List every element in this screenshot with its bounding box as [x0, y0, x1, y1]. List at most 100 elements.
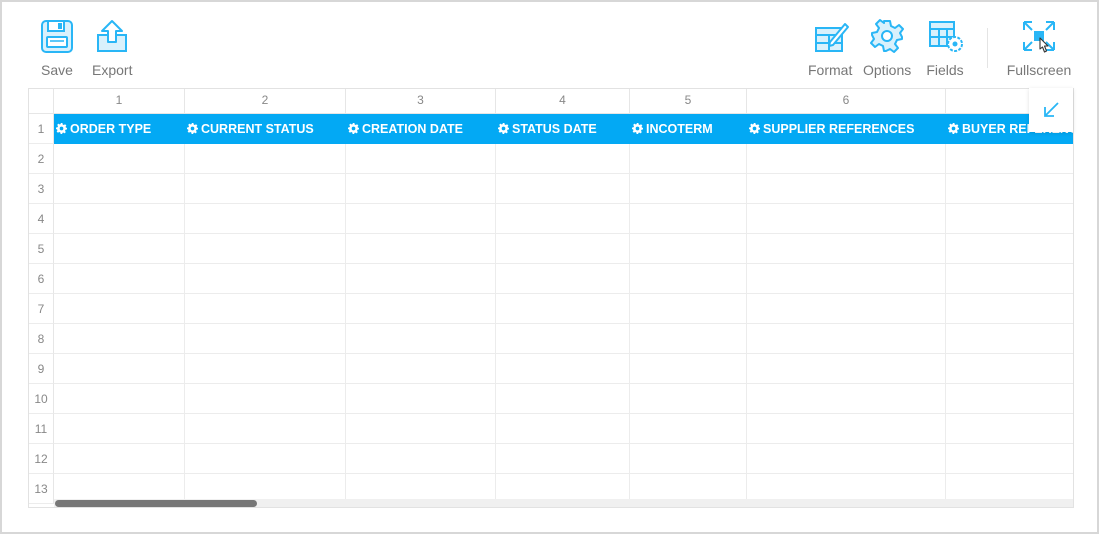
grid-cell[interactable] [630, 144, 747, 174]
grid-cell[interactable] [496, 294, 630, 324]
fullscreen-button[interactable]: Fullscreen [1006, 18, 1072, 78]
grid-cell[interactable] [185, 174, 346, 204]
fields-button[interactable]: Fields [925, 18, 965, 78]
grid-cell[interactable] [185, 264, 346, 294]
grid-cell[interactable] [946, 264, 1073, 294]
grid-cell[interactable] [630, 264, 747, 294]
grid-cell[interactable] [630, 414, 747, 444]
row-header[interactable]: 12 [29, 444, 54, 474]
collapse-button[interactable] [1029, 88, 1073, 132]
grid-cell[interactable] [54, 354, 185, 384]
grid-cell[interactable] [346, 144, 496, 174]
grid-cell[interactable] [54, 444, 185, 474]
column-header[interactable]: 5 [630, 89, 747, 114]
grid-cell[interactable] [185, 414, 346, 444]
grid-cell[interactable] [54, 264, 185, 294]
grid-cell[interactable] [747, 294, 946, 324]
grid-cell[interactable] [54, 324, 185, 354]
row-header[interactable]: 8 [29, 324, 54, 354]
grid-cell[interactable] [747, 144, 946, 174]
scrollbar-thumb[interactable] [55, 500, 257, 507]
format-button[interactable]: Format [808, 18, 852, 78]
grid-cell[interactable] [346, 414, 496, 444]
grid-cell[interactable] [946, 324, 1073, 354]
row-header[interactable]: 9 [29, 354, 54, 384]
grid-cell[interactable] [630, 234, 747, 264]
grid-cell[interactable] [346, 234, 496, 264]
grid-cell[interactable] [185, 324, 346, 354]
row-header[interactable]: 13 [29, 474, 54, 504]
horizontal-scrollbar[interactable] [54, 499, 1073, 507]
grid-cell[interactable] [346, 174, 496, 204]
grid-cell[interactable] [630, 204, 747, 234]
field-order-type[interactable]: ORDER TYPE [54, 114, 185, 144]
grid-cell[interactable] [630, 174, 747, 204]
grid-cell[interactable] [54, 174, 185, 204]
grid-cell[interactable] [346, 354, 496, 384]
grid-cell[interactable] [747, 324, 946, 354]
row-header[interactable]: 11 [29, 414, 54, 444]
grid-cell[interactable] [946, 294, 1073, 324]
grid-cell[interactable] [54, 234, 185, 264]
grid-cell[interactable] [185, 294, 346, 324]
grid-cell[interactable] [185, 204, 346, 234]
grid-cell[interactable] [496, 444, 630, 474]
export-button[interactable]: Export [92, 18, 132, 78]
field-incoterm[interactable]: INCOTERM [630, 114, 747, 144]
column-header[interactable]: 6 [747, 89, 946, 114]
grid-cell[interactable] [496, 414, 630, 444]
grid-cell[interactable] [496, 234, 630, 264]
row-header[interactable]: 5 [29, 234, 54, 264]
grid-cell[interactable] [185, 384, 346, 414]
grid-cell[interactable] [946, 234, 1073, 264]
grid-cell[interactable] [185, 234, 346, 264]
grid-cell[interactable] [346, 204, 496, 234]
grid-cell[interactable] [346, 384, 496, 414]
grid-cell[interactable] [346, 444, 496, 474]
options-button[interactable]: Options [863, 18, 911, 78]
grid-cell[interactable] [747, 414, 946, 444]
grid-cell[interactable] [496, 144, 630, 174]
row-header[interactable]: 2 [29, 144, 54, 174]
grid-cell[interactable] [54, 294, 185, 324]
grid-cell[interactable] [630, 294, 747, 324]
row-header[interactable]: 10 [29, 384, 54, 414]
grid-cell[interactable] [496, 324, 630, 354]
column-header[interactable]: 4 [496, 89, 630, 114]
grid-cell[interactable] [496, 174, 630, 204]
column-header[interactable]: 3 [346, 89, 496, 114]
grid-cell[interactable] [747, 174, 946, 204]
row-header[interactable]: 3 [29, 174, 54, 204]
grid-cell[interactable] [747, 204, 946, 234]
grid-cell[interactable] [747, 354, 946, 384]
field-status-date[interactable]: STATUS DATE [496, 114, 630, 144]
grid-cell[interactable] [185, 354, 346, 384]
grid-cell[interactable] [496, 264, 630, 294]
row-header[interactable]: 1 [29, 114, 54, 144]
column-header[interactable]: 1 [54, 89, 185, 114]
field-current-status[interactable]: CURRENT STATUS [185, 114, 346, 144]
grid-cell[interactable] [747, 384, 946, 414]
grid-cell[interactable] [346, 294, 496, 324]
grid-cell[interactable] [346, 264, 496, 294]
grid-cell[interactable] [946, 204, 1073, 234]
grid-cell[interactable] [496, 384, 630, 414]
field-supplier-references[interactable]: SUPPLIER REFERENCES [747, 114, 946, 144]
grid-cell[interactable] [346, 324, 496, 354]
grid-cell[interactable] [946, 144, 1073, 174]
grid-cell[interactable] [496, 354, 630, 384]
grid-cell[interactable] [630, 354, 747, 384]
grid-cell[interactable] [946, 354, 1073, 384]
grid-cell[interactable] [185, 144, 346, 174]
grid-cell[interactable] [496, 204, 630, 234]
row-header[interactable]: 6 [29, 264, 54, 294]
grid-cell[interactable] [747, 264, 946, 294]
field-creation-date[interactable]: CREATION DATE [346, 114, 496, 144]
row-header[interactable]: 7 [29, 294, 54, 324]
column-header[interactable]: 2 [185, 89, 346, 114]
grid-cell[interactable] [630, 444, 747, 474]
grid-cell[interactable] [54, 384, 185, 414]
row-header[interactable]: 4 [29, 204, 54, 234]
grid-cell[interactable] [54, 414, 185, 444]
grid-cell[interactable] [946, 384, 1073, 414]
